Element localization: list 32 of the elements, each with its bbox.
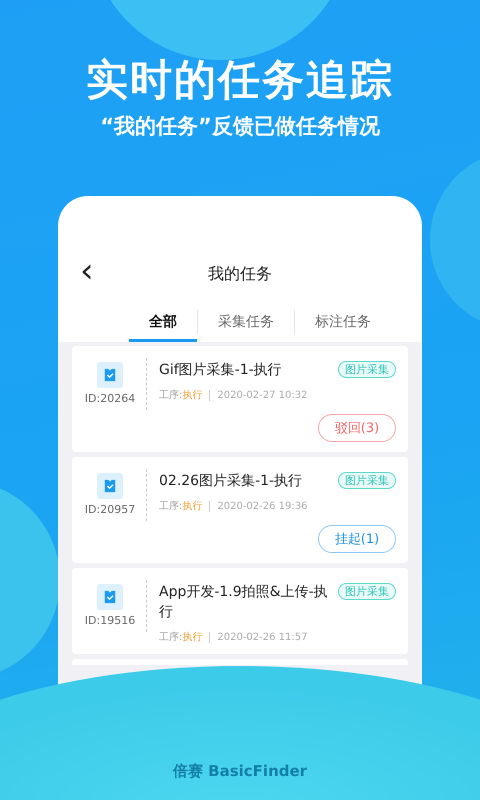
subheadline: “我的任务”反馈已做任务情况 bbox=[100, 113, 380, 140]
step-value: 执行 bbox=[182, 388, 202, 402]
tab[interactable]: 采集任务 bbox=[198, 302, 294, 342]
task-title: Gif图片采集-1-执行 bbox=[159, 361, 283, 380]
task-id: ID:20957 bbox=[84, 503, 136, 516]
task-card[interactable]: ID:20264 Gif图片采集-1-执行 工序:执行 2020-02-27 10:32 图片采集 驳回(3) bbox=[72, 346, 408, 452]
task-time: 2020-02-26 11:57 bbox=[217, 632, 308, 642]
task-title: 02.26图片采集-1-执行 bbox=[159, 472, 304, 491]
tag-badge: 图片采集 bbox=[338, 361, 396, 378]
step-label: 工序: bbox=[159, 630, 182, 644]
task-time: 2020-02-27 10:32 bbox=[217, 390, 308, 400]
brand-logo: 倍赛 BasicFinder bbox=[172, 762, 308, 781]
task-icon bbox=[97, 473, 123, 499]
back-button[interactable]: ‹ bbox=[74, 256, 100, 286]
task-title: App开发-1.9拍照&上传-执行 bbox=[159, 583, 329, 622]
task-id: ID:19516 bbox=[84, 614, 136, 627]
tag-badge: 图片采集 bbox=[338, 472, 396, 489]
tag-badge: 图片采集 bbox=[338, 583, 396, 600]
task-icon bbox=[97, 362, 123, 388]
task-icon bbox=[97, 584, 123, 610]
tab[interactable]: 标注任务 bbox=[295, 302, 391, 342]
headline: 实时的任务追踪 bbox=[86, 54, 394, 106]
step-value: 执行 bbox=[182, 630, 202, 644]
task-card[interactable] bbox=[72, 659, 408, 665]
task-card[interactable]: ID:19516 App开发-1.9拍照&上传-执行 工序:执行 2020-02-26 11:57 图片采集 bbox=[72, 568, 408, 654]
screen-title: 我的任务 bbox=[208, 264, 272, 284]
task-card[interactable]: ID:20957 02.26图片采集-1-执行 工序:执行 2020-02-26 19:36 图片采集 挂起(1) bbox=[72, 457, 408, 563]
task-id: ID:20264 bbox=[84, 392, 136, 405]
step-label: 工序: bbox=[159, 388, 182, 402]
step-value: 执行 bbox=[182, 500, 202, 513]
step-label: 工序: bbox=[159, 500, 182, 513]
task-time: 2020-02-26 19:36 bbox=[217, 500, 308, 512]
